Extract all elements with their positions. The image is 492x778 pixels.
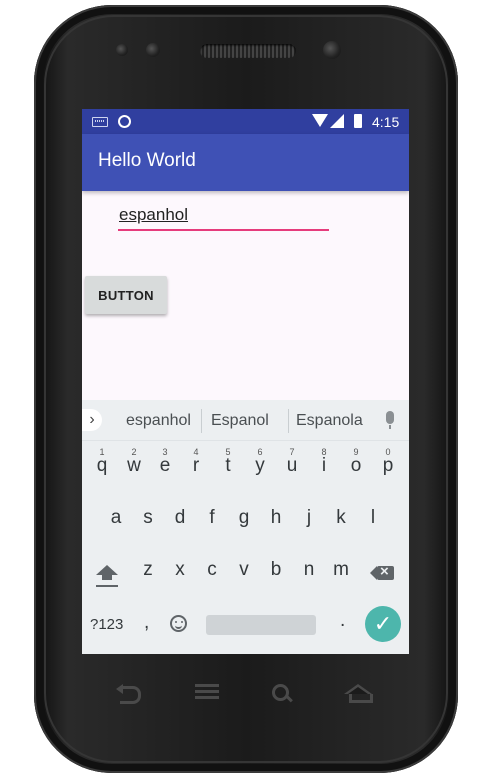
symbols-key[interactable]: ?123	[90, 616, 123, 633]
key-p[interactable]: 0p	[372, 444, 404, 488]
key-q[interactable]: 1q	[86, 444, 118, 488]
app-bar: Hello World	[82, 134, 409, 191]
shift-icon[interactable]	[96, 565, 118, 580]
front-camera-icon	[323, 41, 341, 59]
key-b[interactable]: b	[260, 548, 292, 592]
suggestion-divider	[288, 409, 289, 433]
key-f[interactable]: f	[196, 496, 228, 540]
menu-nav-icon[interactable]	[195, 684, 219, 704]
home-nav-icon[interactable]	[344, 684, 373, 704]
key-z[interactable]: z	[132, 548, 164, 592]
key-j[interactable]: j	[293, 496, 325, 540]
app-title: Hello World	[98, 150, 196, 171]
space-bar[interactable]	[206, 615, 316, 635]
key-x[interactable]: x	[164, 548, 196, 592]
status-bar: 4:15	[82, 109, 409, 134]
key-o[interactable]: 9o	[340, 444, 372, 488]
key-r[interactable]: 4r	[180, 444, 212, 488]
sensor-icon	[116, 44, 128, 56]
back-nav-icon[interactable]	[116, 684, 142, 704]
key-u[interactable]: 7u	[276, 444, 308, 488]
key-w[interactable]: 2w	[118, 444, 150, 488]
suggestion-strip: › espanhol Espanol Espanola	[82, 400, 409, 441]
shift-underline	[96, 585, 118, 587]
comma-key[interactable]: ,	[144, 612, 149, 634]
key-m[interactable]: m	[325, 548, 357, 592]
key-g[interactable]: g	[228, 496, 260, 540]
key-l[interactable]: l	[357, 496, 389, 540]
suggestion-item[interactable]: Espanol	[211, 412, 269, 430]
key-row-1: 1q 2w 3e 4r 5t 6y 7u 8i 9o 0p	[82, 444, 409, 488]
key-t[interactable]: 5t	[212, 444, 244, 488]
sync-ring-icon	[118, 115, 131, 128]
key-c[interactable]: c	[196, 548, 228, 592]
key-n[interactable]: n	[293, 548, 325, 592]
search-nav-icon[interactable]	[272, 684, 294, 704]
suggestion-item[interactable]: Espanola	[296, 412, 363, 430]
wifi-icon	[312, 114, 328, 127]
keyboard-icon	[92, 117, 108, 127]
text-input[interactable]: espanhol	[118, 205, 329, 231]
suggestion-item[interactable]: espanhol	[126, 412, 191, 430]
signal-icon	[330, 114, 344, 128]
key-y[interactable]: 6y	[244, 444, 276, 488]
key-a[interactable]: a	[100, 496, 132, 540]
expand-suggestions-button[interactable]: ›	[82, 409, 102, 431]
key-row-3: z x c v b n m	[82, 548, 409, 592]
status-time: 4:15	[372, 114, 400, 130]
key-row-2: a s d f g h j k l	[82, 496, 409, 540]
key-e[interactable]: 3e	[149, 444, 181, 488]
earpiece-speaker	[200, 44, 296, 58]
key-h[interactable]: h	[260, 496, 292, 540]
key-s[interactable]: s	[132, 496, 164, 540]
emoji-icon[interactable]	[170, 615, 187, 632]
microphone-icon[interactable]	[386, 411, 394, 429]
key-d[interactable]: d	[164, 496, 196, 540]
key-i[interactable]: 8i	[308, 444, 340, 488]
period-key[interactable]: .	[340, 610, 345, 632]
key-k[interactable]: k	[325, 496, 357, 540]
main-button[interactable]: BUTTON	[85, 276, 167, 314]
device-screen: 4:15 Hello World espanhol BUTTON › espan…	[82, 109, 409, 654]
battery-icon	[354, 114, 362, 128]
enter-key[interactable]: ✓	[365, 606, 401, 642]
key-v[interactable]: v	[228, 548, 260, 592]
text-input-value: espanhol	[119, 205, 189, 224]
suggestion-divider	[201, 409, 202, 433]
sensor-icon	[146, 43, 160, 57]
backspace-icon[interactable]	[370, 563, 394, 580]
